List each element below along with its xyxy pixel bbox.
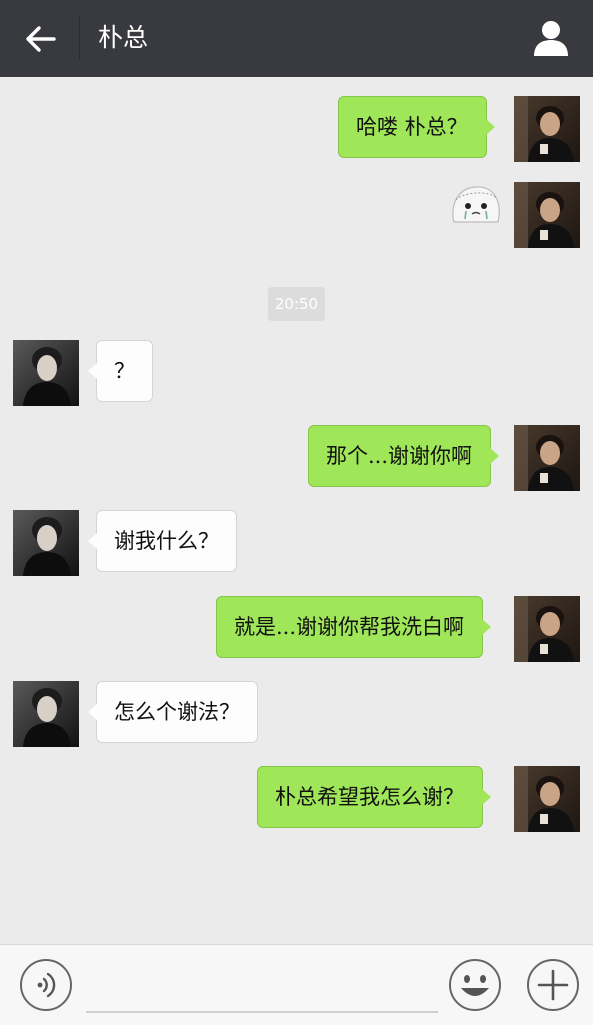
message-input[interactable] [86, 959, 442, 1011]
voice-button[interactable] [19, 958, 73, 1012]
emoji-icon [449, 959, 501, 1011]
message-text: ？ [114, 359, 135, 383]
more-button[interactable] [526, 958, 580, 1012]
contact-avatar[interactable] [13, 340, 79, 406]
message-text: 哈喽 朴总？ [356, 115, 468, 139]
message-bubble[interactable]: 那个...谢谢你啊 [308, 425, 500, 487]
message-text: 怎么个谢法？ [114, 700, 240, 724]
message-bubble[interactable]: ？ [88, 340, 153, 402]
top-bar: 朴总 [0, 0, 593, 77]
message-text: 朴总希望我怎么谢？ [275, 785, 464, 809]
my-avatar[interactable] [514, 182, 580, 248]
my-avatar[interactable] [514, 425, 580, 491]
message-bubble[interactable]: 怎么个谢法？ [88, 681, 258, 743]
voice-icon [20, 959, 72, 1011]
message-bubble[interactable]: 朴总希望我怎么谢？ [257, 766, 491, 828]
message-bubble[interactable]: 哈喽 朴总？ [338, 96, 495, 158]
my-avatar[interactable] [514, 596, 580, 662]
arrow-left-icon [26, 26, 56, 52]
emoji-button[interactable] [448, 958, 502, 1012]
back-button[interactable] [20, 20, 60, 58]
chat-title: 朴总 [98, 23, 149, 52]
header-divider [79, 16, 80, 60]
message-text: 谢我什么？ [114, 529, 219, 553]
message-bubble[interactable]: 就是...谢谢你帮我洗白啊 [216, 596, 492, 658]
plus-icon [527, 959, 579, 1011]
contact-avatar[interactable] [13, 510, 79, 576]
person-icon [534, 21, 568, 56]
chat-info-button[interactable] [530, 18, 572, 58]
message-text: 就是...谢谢你帮我洗白啊 [234, 615, 465, 639]
timestamp: 20:50 [268, 287, 325, 321]
message-text: 那个...谢谢你啊 [326, 444, 473, 468]
composer-bar [0, 944, 593, 1025]
input-underline [86, 1011, 438, 1013]
my-avatar[interactable] [514, 766, 580, 832]
my-avatar[interactable] [514, 96, 580, 162]
contact-avatar[interactable] [13, 681, 79, 747]
message-bubble[interactable]: 谢我什么？ [88, 510, 237, 572]
crying-face-sticker[interactable] [448, 182, 504, 228]
